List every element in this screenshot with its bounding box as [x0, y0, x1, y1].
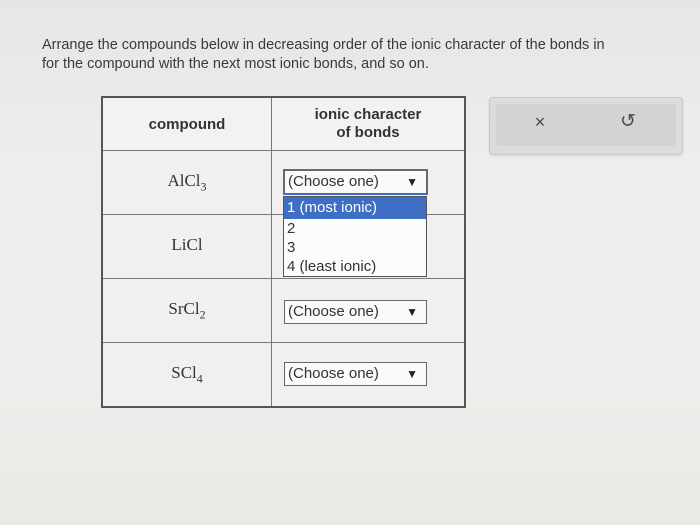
ionic-select-scl4[interactable]: (Choose one) ▼: [284, 362, 427, 386]
option-4-least-ionic[interactable]: 4 (least ionic): [284, 257, 426, 276]
clear-icon[interactable]: ×: [528, 110, 552, 134]
ionic-select-cell-srcl2: (Choose one) ▼: [271, 278, 466, 343]
compound-srcl2: SrCl2: [101, 278, 272, 343]
compound-alcl3: AlCl3: [101, 150, 272, 215]
answer-actions-panel: × ↺: [489, 97, 683, 155]
compound-licl: LiCl: [101, 214, 272, 279]
option-2[interactable]: 2: [284, 219, 426, 238]
header-ionic-line-2: of bonds: [336, 124, 400, 141]
formula-base: SrCl: [168, 298, 200, 318]
dropdown-arrow-icon: ▼: [406, 367, 418, 381]
ionic-options-dropdown: 1 (most ionic) 2 3 4 (least ionic): [283, 196, 427, 277]
select-value: (Choose one): [288, 365, 379, 382]
formula-subscript: 2: [199, 307, 206, 322]
option-3[interactable]: 3: [284, 238, 426, 257]
ionic-select-srcl2[interactable]: (Choose one) ▼: [284, 300, 427, 324]
table-row: SCl4 (Choose one) ▼: [101, 342, 466, 408]
header-compound: compound: [101, 96, 272, 151]
question-prompt: Arrange the compounds below in decreasin…: [42, 36, 700, 74]
prompt-line-2: for the compound with the next most ioni…: [42, 56, 429, 72]
ionic-select-alcl3[interactable]: (Choose one) ▼: [283, 169, 428, 195]
prompt-line-1: Arrange the compounds below in decreasin…: [42, 37, 605, 53]
compound-scl4: SCl4: [101, 342, 272, 408]
actions-background: [496, 104, 676, 146]
formula-subscript: 4: [196, 371, 203, 386]
table-row: SrCl2 (Choose one) ▼: [101, 278, 466, 343]
select-value: (Choose one): [288, 303, 379, 320]
formula-base: LiCl: [171, 234, 203, 254]
header-ionic-character: ionic character of bonds: [271, 96, 466, 151]
dropdown-arrow-icon: ▼: [406, 175, 418, 189]
formula-subscript: 3: [200, 179, 207, 194]
table-header-row: compound ionic character of bonds: [101, 96, 466, 151]
header-ionic-line-1: ionic character: [314, 106, 422, 123]
select-value: (Choose one): [288, 173, 379, 190]
formula-base: AlCl: [167, 170, 201, 190]
option-1-most-ionic[interactable]: 1 (most ionic): [284, 197, 426, 219]
dropdown-arrow-icon: ▼: [406, 305, 418, 319]
undo-icon[interactable]: ↺: [616, 110, 640, 134]
formula-base: SCl: [171, 362, 197, 382]
ionic-select-cell-scl4: (Choose one) ▼: [271, 342, 466, 408]
